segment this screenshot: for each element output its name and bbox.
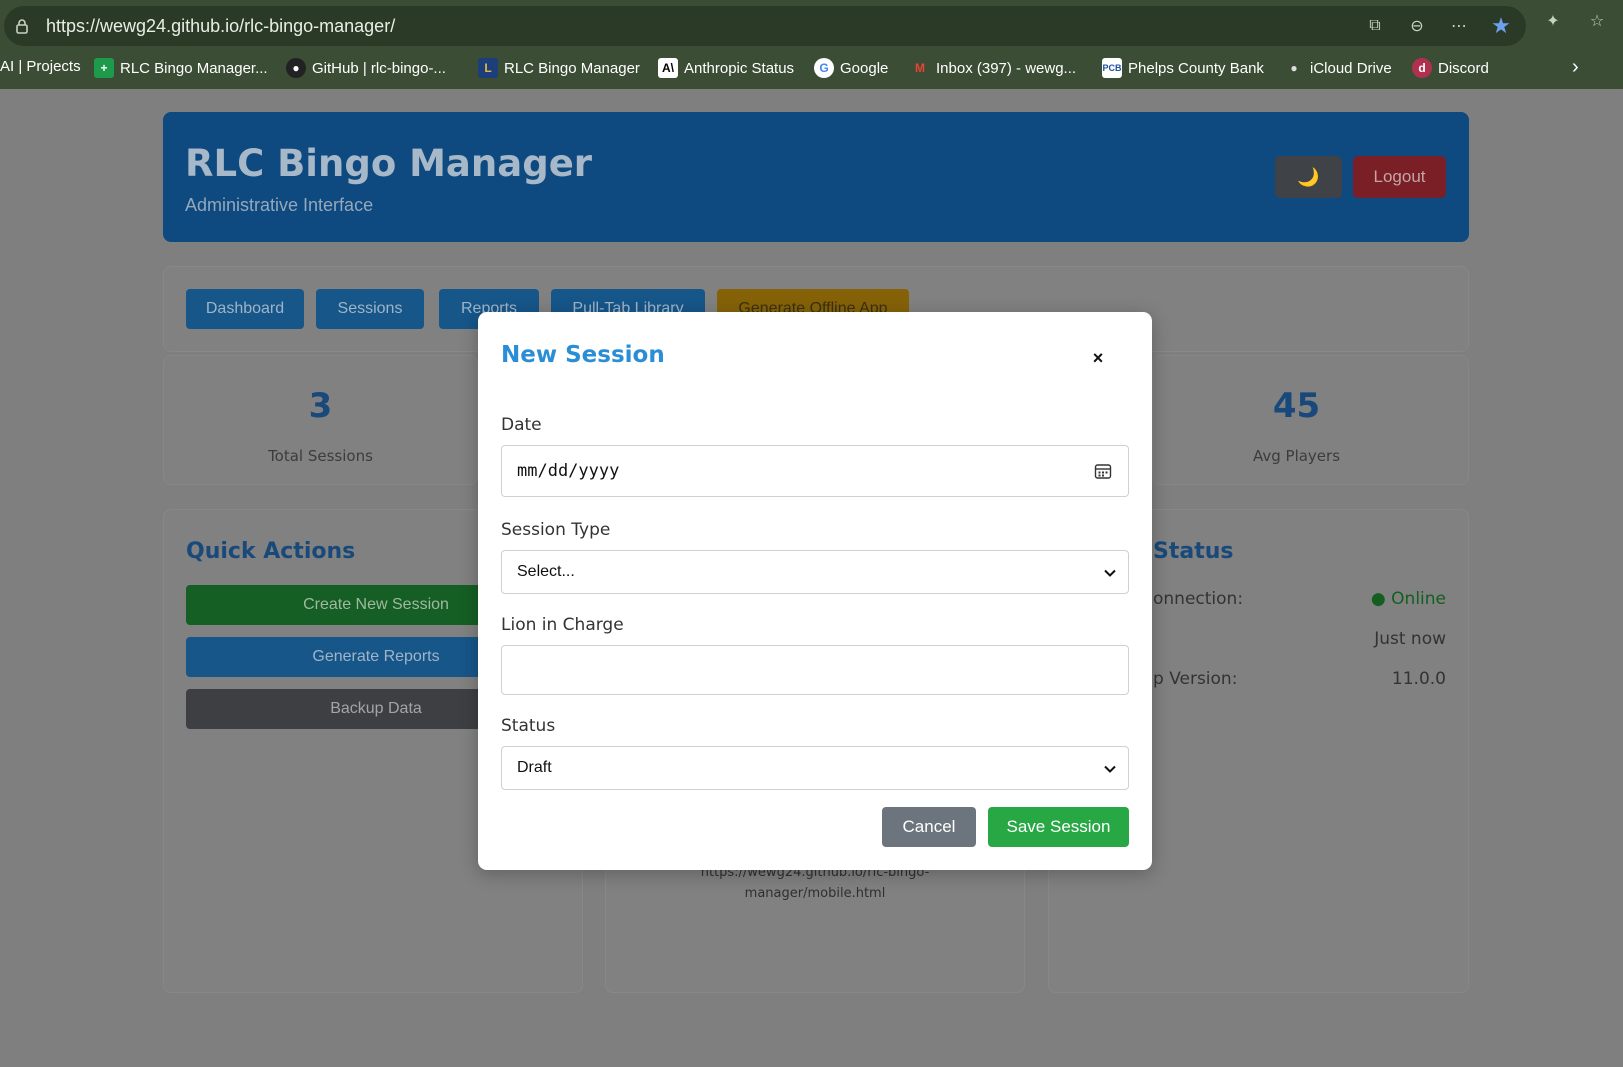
date-label: Date [501,415,542,435]
bookmark-rlc-sheet[interactable]: + RLC Bingo Manager... [94,58,268,78]
bookmark-anthropic[interactable]: A\ Anthropic Status [658,58,794,78]
lion-in-charge-label: Lion in Charge [501,615,624,635]
extensions-icon[interactable]: ✦ [1542,10,1564,32]
theme-toggle-button[interactable]: 🌙 [1275,156,1342,198]
bookmark-google[interactable]: G Google [814,58,888,78]
google-icon: G [814,58,834,78]
zoom-out-icon[interactable]: ⊖ [1406,15,1428,37]
date-placeholder: mm/dd/yyyy [517,461,620,481]
stat-label: Total Sessions [268,447,373,465]
panel-title: Status [1153,539,1234,564]
favorite-star-icon[interactable]: ★ [1490,13,1512,38]
new-session-modal: New Session × Date mm/dd/yyyy Session Ty… [478,312,1152,870]
bookmark-rlc-manager[interactable]: L RLC Bingo Manager [478,58,640,78]
chevron-right-icon[interactable]: › [1572,56,1579,79]
status-label: Status [501,716,556,736]
sheets-icon: + [94,58,114,78]
open-in-app-icon[interactable]: ⧉ [1364,15,1386,37]
address-bar[interactable]: https://wewg24.github.io/rlc-bingo-manag… [4,6,1526,46]
app-subtitle: Administrative Interface [185,195,374,215]
app-title: RLC Bingo Manager [185,142,593,185]
date-input[interactable]: mm/dd/yyyy [501,445,1129,497]
modal-title: New Session [501,342,665,368]
session-type-label: Session Type [501,520,611,540]
stat-value: 45 [1272,386,1321,426]
lock-icon [16,19,28,34]
cancel-button[interactable]: Cancel [882,807,976,847]
logout-button[interactable]: Logout [1353,156,1446,198]
chevron-down-icon [1104,569,1116,577]
apple-icon: ● [1290,61,1298,75]
chevron-down-icon [1104,765,1116,773]
online-badge: ● Online [1370,589,1446,609]
bookmark-github[interactable]: ● GitHub | rlc-bingo-... [286,58,446,78]
nav-sessions[interactable]: Sessions [316,289,424,329]
gmail-icon: M [915,61,925,75]
bookmark-icloud[interactable]: ● iCloud Drive [1284,58,1391,78]
nav-dashboard[interactable]: Dashboard [186,289,304,329]
status-select[interactable]: Draft [501,746,1129,790]
anthropic-icon: A\ [658,58,678,78]
stat-total-sessions: 3 Total Sessions [163,355,478,485]
bookmark-bank[interactable]: PCB Phelps County Bank [1102,58,1264,78]
github-icon: ● [286,58,306,78]
bookmark-inbox[interactable]: M Inbox (397) - wewg... [910,58,1076,78]
discord-icon: d [1412,58,1432,78]
panel-title: Quick Actions [186,539,356,564]
moon-icon: 🌙 [1297,166,1320,187]
bank-icon: PCB [1102,58,1122,78]
url-text[interactable]: https://wewg24.github.io/rlc-bingo-manag… [46,16,395,37]
favorites-icon[interactable]: ☆ [1586,10,1608,32]
save-session-button[interactable]: Save Session [988,807,1129,847]
bookmarks-bar: AI | Projects + RLC Bingo Manager... ● G… [0,54,1623,84]
calendar-icon[interactable] [1094,462,1112,480]
browser-chrome: https://wewg24.github.io/rlc-bingo-manag… [0,0,1623,89]
lions-icon: L [478,58,498,78]
bookmark-discord[interactable]: d Discord [1412,58,1489,78]
session-type-select[interactable]: Select... [501,550,1129,594]
lion-in-charge-input[interactable] [501,645,1129,695]
stat-value: 3 [308,386,333,426]
close-icon[interactable]: × [1088,348,1108,369]
bookmark-ai-projects[interactable]: AI | Projects [0,58,81,75]
stat-avg-players: 45 Avg Players [1152,355,1469,485]
stat-label: Avg Players [1252,447,1341,465]
more-options-icon[interactable]: ⋯ [1448,15,1470,37]
app-header: RLC Bingo Manager Administrative Interfa… [163,112,1469,242]
